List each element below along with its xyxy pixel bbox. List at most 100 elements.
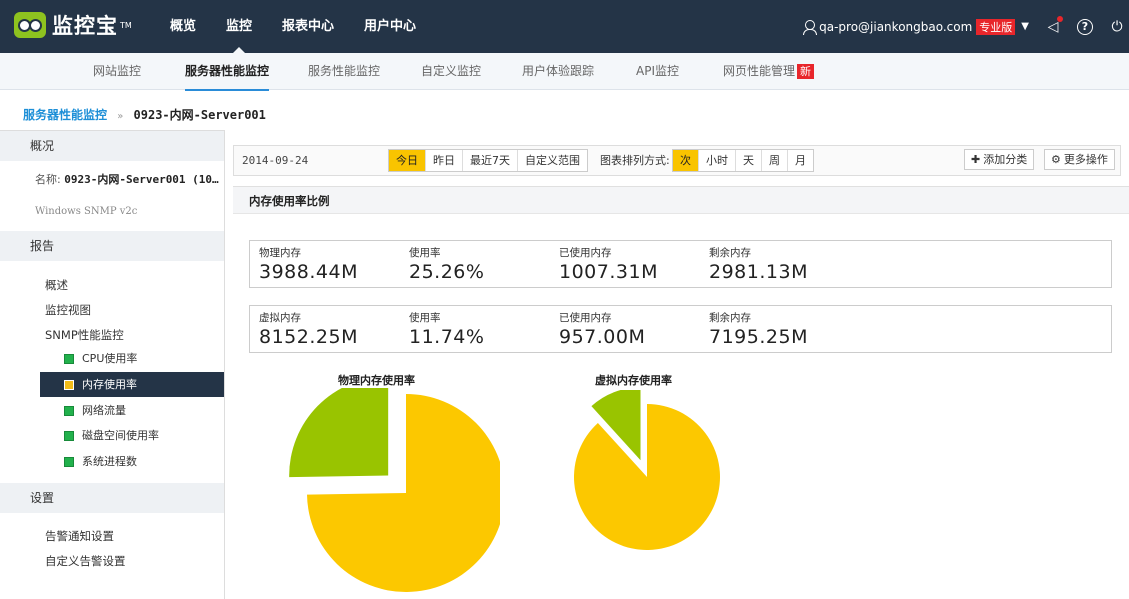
pie-slice-physical-used[interactable] [289,388,389,478]
status-square-icon [64,354,74,364]
sidebar-item-label: 磁盘空间使用率 [82,429,159,442]
user-email[interactable]: qa-pro@jiankongbao.com [819,20,972,34]
nav-overview[interactable]: 概览 [170,0,196,53]
add-category-label: 添加分类 [983,153,1028,166]
chevron-down-icon[interactable]: ▼ [1021,21,1029,32]
pie-chart-virtual [574,390,720,550]
stat-virtual-used: 已使用内存 957.00M [559,310,645,348]
status-square-icon [64,380,74,390]
sidebar-item-memory[interactable]: 内存使用率 [40,372,224,397]
stat-physical-usage: 使用率 25.26% [409,245,484,283]
stat-physical-free: 剩余内存 2981.13M [709,245,808,283]
subnav-website[interactable]: 网站监控 [93,53,141,89]
user-icon [803,19,818,35]
virtual-memory-stats: 虚拟内存 8152.25M 使用率 11.74% 已使用内存 957.00M 剩余内存… [249,305,1112,353]
logo-owl-icon [14,12,46,38]
more-actions-button[interactable]: ⚙ 更多操作 [1044,149,1115,170]
power-icon[interactable]: ⏻ [1109,19,1125,35]
stat-label: 物理内存 [259,247,301,259]
stat-value: 957.00M [559,326,646,348]
stat-value: 11.74% [409,326,485,348]
sidebar: 概况 名称: 0923-内网-Server001 (10… Windows SN… [0,130,225,599]
granularity-day-button[interactable]: 天 [736,150,762,171]
stat-virtual-free: 剩余内存 7195.25M [709,310,808,348]
sidebar-item-processes[interactable]: 系统进程数 [40,449,224,474]
main-nav: 概览 监控 报表中心 用户中心 [170,0,446,53]
stat-physical-used: 已使用内存 1007.31M [559,245,658,283]
subnav-webperf-label: 网页性能管理 [723,64,796,78]
new-badge: 新 [797,64,815,79]
sidebar-link-custom-alert[interactable]: 自定义告警设置 [45,553,126,569]
stat-value: 25.26% [409,261,485,283]
sidebar-item-label: 内存使用率 [82,378,137,391]
pie-chart-physical [289,388,500,592]
stat-label: 使用率 [409,247,441,259]
status-square-icon [64,431,74,441]
sidebar-head-report: 报告 [0,231,224,261]
sort-label: 图表排列方式: [600,154,670,167]
sidebar-item-label: 网络流量 [82,404,126,417]
range-today-button[interactable]: 今日 [389,150,426,171]
subnav-ux[interactable]: 用户体验跟踪 [522,53,594,89]
range-custom-button[interactable]: 自定义范围 [518,150,587,171]
breadcrumb-parent[interactable]: 服务器性能监控 [23,108,107,122]
breadcrumb-current: 0923-内网-Server001 [133,108,266,122]
status-square-icon [64,406,74,416]
sidebar-link-summary[interactable]: 概述 [45,277,68,293]
logo[interactable]: 监控宝 TM [14,10,132,40]
stat-physical-total: 物理内存 3988.44M [259,245,358,283]
notification-dot [1057,15,1063,22]
stat-label: 剩余内存 [709,247,751,259]
stat-label: 已使用内存 [559,247,612,259]
nav-reports[interactable]: 报表中心 [282,0,334,53]
stat-virtual-usage: 使用率 11.74% [409,310,484,348]
toolbar: 2014-09-24 今日 昨日 最近7天 自定义范围 图表排列方式: 次 小时… [233,145,1121,176]
stat-virtual-total: 虚拟内存 8152.25M [259,310,358,348]
help-icon[interactable]: ? [1077,18,1093,35]
pie-slice-virtual-free[interactable] [574,404,720,550]
logo-trademark: TM [120,20,132,30]
sidebar-item-label: 系统进程数 [82,455,137,468]
top-navigation-bar: 监控宝 TM 概览 监控 报表中心 用户中心 qa-pro@jiankongba… [0,0,1129,53]
sidebar-item-label: CPU使用率 [82,352,138,365]
stat-value: 2981.13M [709,261,808,283]
more-actions-label: 更多操作 [1063,153,1108,166]
granularity-week-button[interactable]: 周 [762,150,788,171]
stat-value: 8152.25M [259,326,358,348]
subnav-webperf[interactable]: 网页性能管理新 [723,53,815,89]
sidebar-link-monitor-view[interactable]: 监控视图 [45,302,91,318]
range-yesterday-button[interactable]: 昨日 [426,150,463,171]
server-type: Windows SNMP v2c [35,206,138,217]
server-name-label: 名称: [35,173,61,186]
nav-user-center[interactable]: 用户中心 [364,0,416,53]
sidebar-head-settings: 设置 [0,483,224,513]
plus-icon: ✚ [971,153,981,166]
granularity-month-button[interactable]: 月 [788,150,813,171]
gear-icon: ⚙ [1051,153,1061,166]
stat-label: 虚拟内存 [259,312,301,324]
current-date[interactable]: 2014-09-24 [242,146,308,175]
physical-memory-stats: 物理内存 3988.44M 使用率 25.26% 已使用内存 1007.31M 剩余内… [249,240,1112,288]
granularity-hour-button[interactable]: 小时 [699,150,736,171]
speaker-icon[interactable]: ◁ [1045,15,1063,35]
sidebar-item-network[interactable]: 网络流量 [40,398,224,423]
add-category-button[interactable]: ✚ 添加分类 [964,149,1035,170]
subnav-service[interactable]: 服务性能监控 [308,53,380,89]
sidebar-item-disk[interactable]: 磁盘空间使用率 [40,423,224,448]
stat-label: 已使用内存 [559,312,612,324]
granularity-each-button[interactable]: 次 [673,150,699,171]
logo-text: 监控宝 [52,14,118,38]
stat-value: 3988.44M [259,261,358,283]
subnav-api[interactable]: API监控 [636,53,679,89]
subnav-server[interactable]: 服务器性能监控 [185,53,270,91]
range-7days-button[interactable]: 最近7天 [463,150,518,171]
sidebar-link-alert-notify[interactable]: 告警通知设置 [45,528,114,544]
sub-navigation: 网站监控 服务器性能监控 服务性能监控 自定义监控 用户体验跟踪 API监控 网… [0,53,1129,91]
breadcrumb-separator: » [117,111,124,122]
sidebar-link-snmp[interactable]: SNMP性能监控 [45,327,124,343]
pie-title-virtual: 虚拟内存使用率 [595,374,672,387]
sidebar-item-cpu[interactable]: CPU使用率 [40,346,224,371]
subnav-custom[interactable]: 自定义监控 [421,53,481,89]
server-name: 名称: 0923-内网-Server001 (10… [35,171,219,187]
nav-monitoring[interactable]: 监控 [226,0,252,53]
